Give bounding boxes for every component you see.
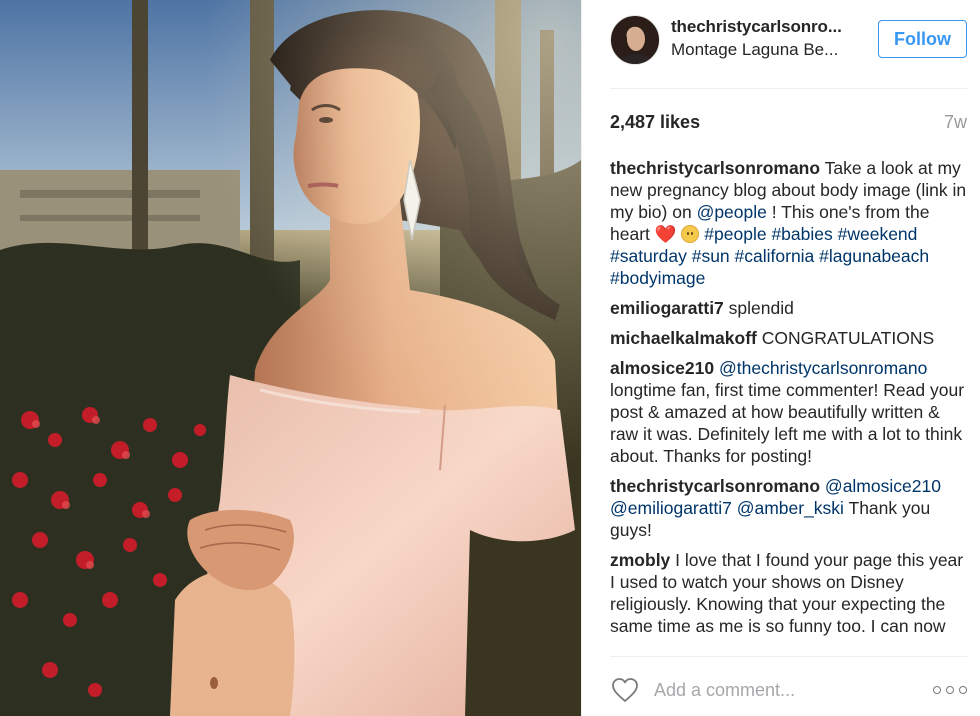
comment-mention[interactable]: @thechristycarlsonromano — [714, 358, 927, 378]
caption: thechristycarlsonromano Take a look at m… — [610, 157, 967, 289]
more-options-icon[interactable] — [933, 679, 967, 701]
caption-username[interactable]: thechristycarlsonromano — [610, 158, 820, 178]
caption-mention[interactable]: @people — [697, 202, 767, 222]
comment-text: CONGRATULATIONS — [756, 328, 935, 348]
comments-list[interactable]: thechristycarlsonromano Take a look at m… — [610, 157, 967, 650]
comment-username[interactable]: almosice210 — [610, 358, 714, 378]
comment-text: splendid — [723, 298, 794, 318]
likes-row: 2,487 likes 7w — [610, 112, 967, 136]
more-dot — [959, 686, 967, 694]
comment-item: michaelkalmakoff CONGRATULATIONS — [610, 327, 967, 349]
comment-username[interactable]: zmobly — [610, 550, 670, 570]
comment-username[interactable]: michaelkalmakoff — [610, 328, 757, 348]
follow-button[interactable]: Follow — [878, 20, 967, 58]
add-comment-input[interactable] — [654, 674, 924, 706]
heart-outline-icon[interactable] — [610, 675, 640, 705]
avatar-body — [619, 54, 653, 64]
post-location[interactable]: Montage Laguna Be... — [671, 40, 871, 60]
footer-divider — [610, 656, 967, 657]
comment-text: longtime fan, first time commenter! Read… — [610, 380, 965, 466]
avatar-face — [627, 27, 645, 51]
comment-item: almosice210 @thechristycarlsonromano lon… — [610, 357, 967, 467]
post-timestamp[interactable]: 7w — [944, 112, 967, 133]
comment-username[interactable]: thechristycarlsonromano — [610, 476, 820, 496]
comment-username[interactable]: emiliogaratti7 — [610, 298, 724, 318]
post-header: thechristycarlsonro... Montage Laguna Be… — [582, 0, 980, 88]
header-divider — [610, 88, 967, 89]
baby-emoji-icon — [681, 225, 700, 243]
likes-count[interactable]: 2,487 likes — [610, 112, 700, 133]
comment-item: zmobly I love that I found your page thi… — [610, 549, 967, 637]
heart-emoji: ❤️ — [654, 224, 677, 244]
more-dot — [946, 686, 954, 694]
post-photo[interactable] — [0, 0, 581, 716]
instagram-post: thechristycarlsonro... Montage Laguna Be… — [0, 0, 980, 716]
comment-item: thechristycarlsonromano @almosice210 @em… — [610, 475, 967, 541]
comment-item: emiliogaratti7 splendid — [610, 297, 967, 319]
maternity-portrait-image — [0, 0, 581, 716]
avatar[interactable] — [610, 15, 660, 65]
more-dot — [933, 686, 941, 694]
post-username[interactable]: thechristycarlsonro... — [671, 17, 871, 37]
post-side-panel: thechristycarlsonro... Montage Laguna Be… — [581, 0, 980, 716]
